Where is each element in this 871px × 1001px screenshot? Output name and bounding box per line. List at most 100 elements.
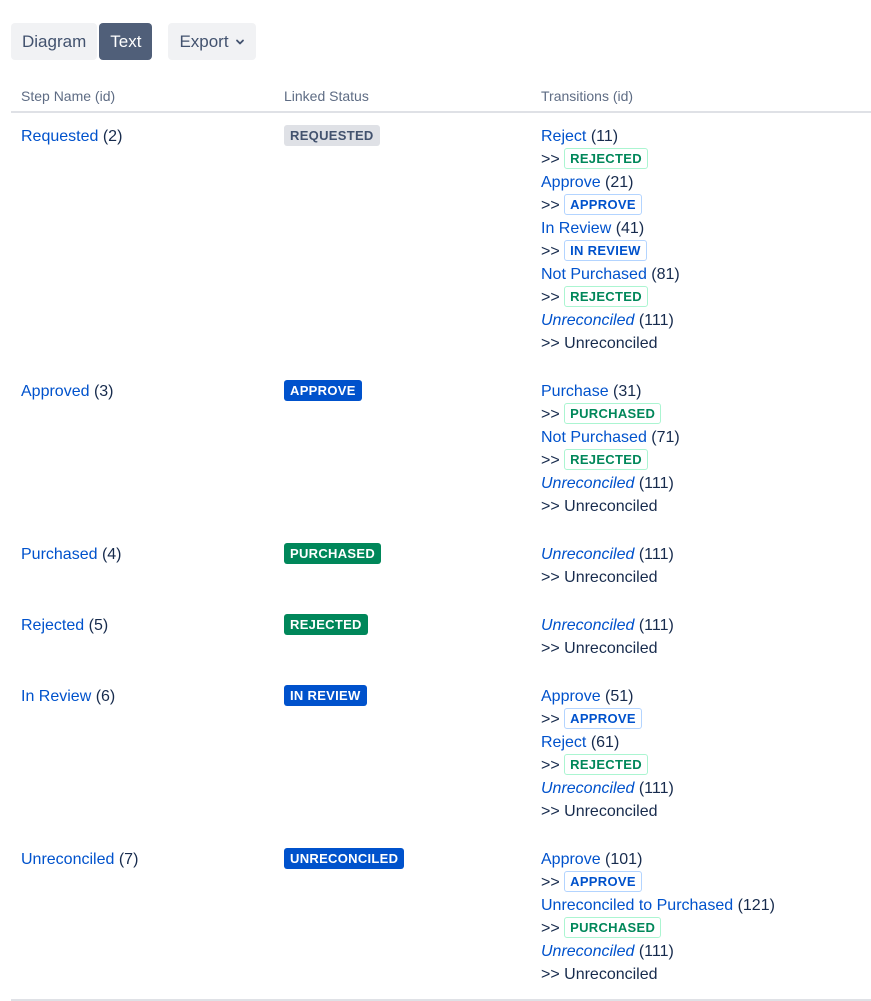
transition-id: (81) — [651, 266, 680, 283]
transitions-cell: Reject (11) >> REJECTED Approve (21) >> APP… — [531, 112, 871, 368]
target-status-lozenge: REJECTED — [564, 449, 648, 470]
transition-link[interactable]: Approve — [541, 851, 601, 868]
table-row: Rejected (5) REJECTED Unreconciled (111) >>… — [11, 602, 871, 673]
transition-link[interactable]: Unreconciled — [541, 475, 634, 492]
status-lozenge: REJECTED — [284, 614, 368, 635]
step-name-cell: Purchased (4) — [11, 531, 274, 602]
transition-id: (111) — [638, 617, 674, 634]
transition-link[interactable]: Not Purchased — [541, 429, 647, 446]
transition-link[interactable]: Approve — [541, 688, 601, 705]
transition-link[interactable]: Reject — [541, 128, 586, 145]
step-name-link[interactable]: In Review — [21, 688, 91, 705]
transition-link[interactable]: Unreconciled — [541, 312, 634, 329]
transition-target: >> APPROVE — [541, 708, 861, 731]
linked-status-cell: UNRECONCILED — [274, 836, 531, 1001]
linked-status-cell: REJECTED — [274, 602, 531, 673]
step-name-link[interactable]: Unreconciled — [21, 851, 114, 868]
transition-target: >> APPROVE — [541, 194, 861, 217]
linked-status-cell: PURCHASED — [274, 531, 531, 602]
transition-item: Reject (11) — [541, 125, 861, 148]
transition-link[interactable]: Approve — [541, 174, 601, 191]
table-row: Requested (2) REQUESTED Reject (11) >> REJE… — [11, 112, 871, 368]
transition-arrow: >> — [541, 803, 560, 820]
transition-item: Reject (61) — [541, 731, 861, 754]
linked-status-cell: REQUESTED — [274, 112, 531, 368]
status-lozenge: UNRECONCILED — [284, 848, 405, 869]
table-body: Requested (2) REQUESTED Reject (11) >> REJE… — [11, 112, 871, 1001]
target-status-lozenge: REJECTED — [564, 754, 648, 775]
transition-link[interactable]: Reject — [541, 734, 586, 751]
transition-item: Unreconciled (111) — [541, 777, 861, 800]
transition-target: >> REJECTED — [541, 754, 861, 777]
transition-item: Unreconciled (111) — [541, 614, 861, 637]
transition-id: (111) — [638, 546, 674, 563]
transition-link[interactable]: Unreconciled — [541, 617, 634, 634]
transitions-cell: Approve (51) >> APPROVE Reject (61) >> REJE… — [531, 673, 871, 836]
workflow-steps-table: Step Name (id) Linked Status Transitions… — [11, 85, 871, 1001]
transition-arrow: >> — [541, 452, 560, 469]
step-name-link[interactable]: Rejected — [21, 617, 84, 634]
status-lozenge: REQUESTED — [284, 125, 380, 146]
transition-arrow: >> — [541, 289, 560, 306]
step-id: (7) — [118, 851, 139, 868]
transition-target: >> PURCHASED — [541, 917, 861, 940]
table-row: Approved (3) APPROVE Purchase (31) >> PURCH… — [11, 368, 871, 531]
transitions-header: Transitions (id) — [531, 85, 871, 113]
step-name-cell: Requested (2) — [11, 112, 274, 368]
transition-target: >> Unreconciled — [541, 495, 861, 518]
step-id: (2) — [102, 128, 123, 145]
status-lozenge: IN REVIEW — [284, 685, 367, 706]
transition-target: >> Unreconciled — [541, 566, 861, 589]
transition-link[interactable]: Unreconciled — [541, 546, 634, 563]
chevron-down-icon — [235, 39, 244, 44]
step-name-link[interactable]: Purchased — [21, 546, 98, 563]
view-toolbar: Diagram Text Export — [11, 23, 256, 60]
transition-link[interactable]: Unreconciled to Purchased — [541, 897, 733, 914]
target-status-lozenge: REJECTED — [564, 148, 648, 169]
step-name-header: Step Name (id) — [11, 85, 274, 113]
transition-item: Unreconciled (111) — [541, 472, 861, 495]
linked-status-header: Linked Status — [274, 85, 531, 113]
transition-link[interactable]: Unreconciled — [541, 943, 634, 960]
step-name-link[interactable]: Approved — [21, 383, 90, 400]
transition-arrow: >> — [541, 335, 560, 352]
transition-item: Unreconciled (111) — [541, 940, 861, 963]
transition-item: Unreconciled (111) — [541, 543, 861, 566]
transition-id: (101) — [605, 851, 643, 868]
transition-arrow: >> — [541, 757, 560, 774]
step-name-cell: In Review (6) — [11, 673, 274, 836]
text-view-button[interactable]: Text — [99, 23, 153, 60]
transition-link[interactable]: In Review — [541, 220, 611, 237]
transition-id: (41) — [615, 220, 645, 237]
transition-id: (111) — [638, 943, 674, 960]
export-dropdown-button[interactable]: Export — [168, 23, 256, 60]
transitions-cell: Purchase (31) >> PURCHASED Not Purchased (… — [531, 368, 871, 531]
transition-id: (11) — [590, 128, 619, 145]
transition-item: Approve (101) — [541, 848, 861, 871]
transition-target: >> REJECTED — [541, 286, 861, 309]
table-row: Purchased (4) PURCHASED Unreconciled (111)… — [11, 531, 871, 602]
step-name-link[interactable]: Requested — [21, 128, 98, 145]
status-lozenge: PURCHASED — [284, 543, 382, 564]
transition-arrow: >> — [541, 406, 560, 423]
transition-id: (111) — [638, 475, 674, 492]
diagram-view-button[interactable]: Diagram — [11, 23, 98, 60]
transition-target: >> Unreconciled — [541, 332, 861, 355]
transition-link[interactable]: Unreconciled — [541, 780, 634, 797]
transition-item: Approve (51) — [541, 685, 861, 708]
transitions-cell: Approve (101) >> APPROVE Unreconciled to P… — [531, 836, 871, 1001]
transition-link[interactable]: Not Purchased — [541, 266, 647, 283]
transition-arrow: >> — [541, 640, 560, 657]
transition-id: (121) — [737, 897, 775, 914]
target-step-text: Unreconciled — [564, 640, 658, 657]
step-name-cell: Approved (3) — [11, 368, 274, 531]
transition-target: >> Unreconciled — [541, 637, 861, 660]
transition-id: (61) — [590, 734, 620, 751]
transition-arrow: >> — [541, 197, 560, 214]
target-status-lozenge: PURCHASED — [564, 917, 662, 938]
transition-arrow: >> — [541, 569, 560, 586]
transition-arrow: >> — [541, 874, 560, 891]
transition-link[interactable]: Purchase — [541, 383, 609, 400]
target-status-lozenge: IN REVIEW — [564, 240, 647, 261]
transition-target: >> REJECTED — [541, 449, 861, 472]
